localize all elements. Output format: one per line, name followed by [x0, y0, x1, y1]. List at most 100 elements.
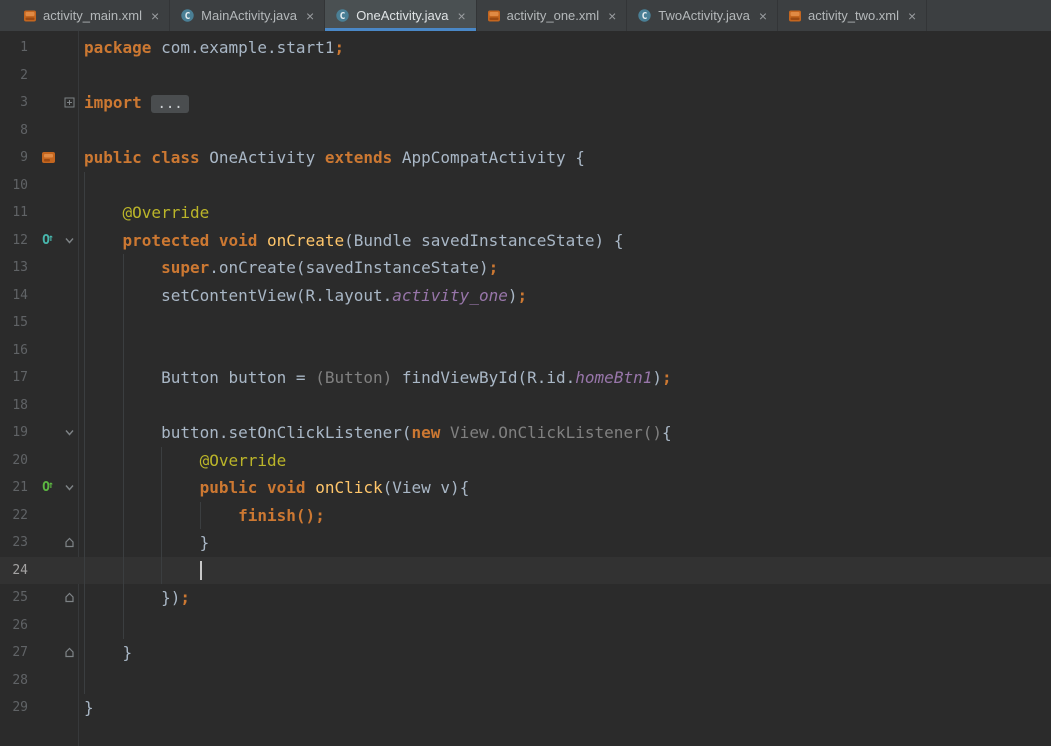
gutter-line-number[interactable]: 9	[0, 144, 36, 172]
gutter-icon-slot	[36, 364, 60, 392]
gutter-line-number[interactable]: 21	[0, 474, 36, 502]
code-text[interactable]: setContentView(R.layout.activity_one);	[78, 281, 1051, 309]
code-text[interactable]	[78, 336, 1051, 364]
gutter-icon-slot	[36, 89, 60, 117]
code-text[interactable]: }	[78, 529, 1051, 557]
code-text[interactable]	[78, 62, 1051, 90]
gutter-line-number[interactable]: 25	[0, 584, 36, 612]
indent-guide	[161, 501, 163, 529]
close-tab-icon[interactable]: ×	[608, 9, 616, 23]
code-line-2: 2	[0, 62, 1051, 90]
gutter-line-number[interactable]: 18	[0, 392, 36, 420]
tab-label: activity_two.xml	[808, 8, 900, 23]
code-token: onClick	[315, 478, 383, 497]
gutter-fold-slot	[60, 254, 78, 282]
tab-OneActivity.java[interactable]: C OneActivity.java ×	[325, 0, 477, 31]
code-token: }	[84, 698, 94, 717]
gutter-line-number[interactable]: 20	[0, 447, 36, 475]
close-tab-icon[interactable]: ×	[306, 9, 314, 23]
gutter-line-number[interactable]: 22	[0, 502, 36, 530]
code-text[interactable]: });	[78, 584, 1051, 612]
close-tab-icon[interactable]: ×	[759, 9, 767, 23]
code-text[interactable]	[78, 391, 1051, 419]
gutter-icon-slot	[36, 557, 60, 585]
gutter-line-number[interactable]: 1	[0, 34, 36, 62]
code-text[interactable]: public void onClick(View v){	[78, 474, 1051, 502]
gutter-icon-slot	[36, 199, 60, 227]
gutter-line-number[interactable]: 12	[0, 227, 36, 255]
close-tab-icon[interactable]: ×	[457, 9, 465, 23]
tab-MainActivity.java[interactable]: C MainActivity.java ×	[170, 0, 326, 31]
gutter-line-number[interactable]: 2	[0, 62, 36, 90]
gutter-line-number[interactable]: 23	[0, 529, 36, 557]
code-text[interactable]: @Override	[78, 199, 1051, 227]
tab-activity_one.xml[interactable]: activity_one.xml ×	[477, 0, 628, 31]
gutter-icon-slot	[36, 529, 60, 557]
code-text[interactable]: }	[78, 694, 1051, 722]
code-text[interactable]	[78, 556, 1051, 584]
ide-window: activity_main.xml × C MainActivity.java × C On…	[0, 0, 1051, 746]
gutter-line-number[interactable]: 15	[0, 309, 36, 337]
gutter-line-number[interactable]: 17	[0, 364, 36, 392]
java-class-icon: C	[637, 8, 652, 23]
code-text[interactable]: }	[78, 639, 1051, 667]
fold-open-icon[interactable]	[60, 474, 78, 502]
gutter-line-number[interactable]: 10	[0, 172, 36, 200]
gutter-fold-slot	[60, 309, 78, 337]
code-text[interactable]: finish();	[78, 501, 1051, 529]
code-text[interactable]: protected void onCreate(Bundle savedInst…	[78, 226, 1051, 254]
gutter-line-number[interactable]: 8	[0, 117, 36, 145]
gutter-icon-slot	[36, 254, 60, 282]
code-text[interactable]	[78, 309, 1051, 337]
code-text[interactable]: import ...	[78, 89, 1051, 117]
gutter-line-number[interactable]: 3	[0, 89, 36, 117]
fold-collapsed-icon[interactable]	[60, 89, 78, 117]
code-line-21: 21 O↑ public void onClick(View v){	[0, 474, 1051, 502]
gutter-line-number[interactable]: 13	[0, 254, 36, 282]
gutter-line-number[interactable]: 26	[0, 612, 36, 640]
gutter-line-number[interactable]: 14	[0, 282, 36, 310]
code-token: activity_one	[392, 285, 508, 305]
gutter-icon-slot	[36, 62, 60, 90]
close-tab-icon[interactable]: ×	[908, 9, 916, 23]
code-text[interactable]: @Override	[78, 446, 1051, 474]
code-text[interactable]: package com.example.start1;	[78, 34, 1051, 62]
tab-TwoActivity.java[interactable]: C TwoActivity.java ×	[627, 0, 778, 31]
indent-guide	[84, 309, 85, 337]
code-text[interactable]	[78, 171, 1051, 199]
code-text[interactable]: button.setOnClickListener(new View.OnCli…	[78, 419, 1051, 447]
code-text[interactable]: public class OneActivity extends AppComp…	[78, 144, 1051, 172]
code-text[interactable]: Button button = (Button) findViewById(R.…	[78, 364, 1051, 392]
tab-activity_main.xml[interactable]: activity_main.xml ×	[13, 0, 171, 31]
override-green-icon[interactable]: O↑	[36, 474, 60, 502]
code-text[interactable]	[78, 117, 1051, 145]
android-class-icon[interactable]	[36, 144, 60, 172]
code-text[interactable]	[78, 666, 1051, 694]
gutter-line-number[interactable]: 16	[0, 337, 36, 365]
code-token: Button button =	[84, 368, 316, 387]
code-line-26: 26	[0, 611, 1051, 640]
gutter-line-number[interactable]: 19	[0, 419, 36, 447]
gutter-line-number[interactable]: 29	[0, 694, 36, 722]
indent-guide	[122, 584, 124, 612]
fold-end-icon[interactable]	[60, 639, 78, 667]
gutter-line-number[interactable]: 11	[0, 199, 36, 227]
tab-label: MainActivity.java	[201, 8, 297, 23]
folded-code-chip[interactable]: ...	[151, 95, 189, 113]
gutter-line-number[interactable]: 28	[0, 667, 36, 695]
fold-end-icon[interactable]	[60, 584, 78, 612]
fold-open-icon[interactable]	[60, 227, 78, 255]
gutter-fold-slot	[60, 447, 78, 475]
code-line-28: 28	[0, 666, 1051, 695]
tab-activity_two.xml[interactable]: activity_two.xml ×	[778, 0, 928, 31]
code-text[interactable]	[78, 611, 1051, 639]
close-tab-icon[interactable]: ×	[151, 9, 159, 23]
code-token: }	[84, 643, 133, 662]
code-text[interactable]: super.onCreate(savedInstanceState);	[78, 254, 1051, 282]
fold-open-icon[interactable]	[60, 419, 78, 447]
gutter-line-number[interactable]: 24	[0, 557, 36, 585]
indent-guide	[84, 446, 85, 474]
fold-end-icon[interactable]	[60, 529, 78, 557]
override-teal-icon[interactable]: O↑	[36, 227, 60, 255]
gutter-line-number[interactable]: 27	[0, 639, 36, 667]
